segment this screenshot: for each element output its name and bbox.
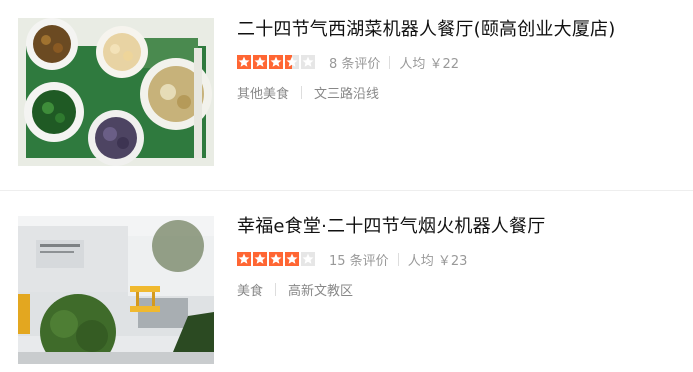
restaurant-info: 二十四节气西湖菜机器人餐厅(颐高创业大厦店) 8 条评价 人均 ￥22 其他美食…: [237, 18, 615, 102]
star-rating: [237, 55, 315, 69]
restaurant-photo[interactable]: [18, 18, 214, 166]
divider: [389, 55, 391, 69]
list-divider: [0, 190, 693, 191]
star-icon: [237, 252, 251, 266]
restaurant-meta: 8 条评价 人均 ￥22: [237, 53, 615, 72]
average-price: 人均 ￥23: [407, 253, 468, 269]
star-icon: [285, 252, 299, 266]
restaurant-photo[interactable]: [18, 216, 214, 364]
star-icon: [253, 252, 267, 266]
divider: [397, 252, 399, 266]
review-count[interactable]: 8 条评价: [329, 53, 380, 72]
area-tag[interactable]: 高新文教区: [288, 280, 353, 299]
restaurant-title[interactable]: 幸福e食堂·二十四节气烟火机器人餐厅: [237, 215, 545, 239]
restaurant-meta: 15 条评价 人均 ￥23: [237, 250, 545, 269]
star-icon: [269, 252, 283, 266]
area-tag[interactable]: 文三路沿线: [314, 83, 379, 102]
category-tag[interactable]: 美食: [237, 280, 263, 299]
divider: [275, 283, 277, 296]
star-icon: [269, 55, 283, 69]
restaurant-list-item[interactable]: 二十四节气西湖菜机器人餐厅(颐高创业大厦店) 8 条评价 人均 ￥22 其他美食…: [0, 0, 693, 190]
star-icon: [237, 55, 251, 69]
average-price: 人均 ￥22: [399, 56, 460, 72]
star-icon: [301, 55, 315, 69]
star-icon: [285, 55, 299, 69]
restaurant-tags: 美食 高新文教区: [237, 280, 545, 299]
star-icon: [301, 252, 315, 266]
divider: [301, 86, 303, 99]
review-count[interactable]: 15 条评价: [329, 250, 389, 269]
restaurant-info: 幸福e食堂·二十四节气烟火机器人餐厅 15 条评价 人均 ￥23 美食 高新文教…: [237, 215, 545, 299]
building-exterior-photo-icon: [18, 216, 214, 364]
restaurant-tags: 其他美食 文三路沿线: [237, 83, 615, 102]
restaurant-title[interactable]: 二十四节气西湖菜机器人餐厅(颐高创业大厦店): [237, 18, 615, 42]
star-rating: [237, 252, 315, 266]
restaurant-list-item[interactable]: 幸福e食堂·二十四节气烟火机器人餐厅 15 条评价 人均 ￥23 美食 高新文教…: [0, 192, 693, 372]
category-tag[interactable]: 其他美食: [237, 83, 289, 102]
star-icon: [253, 55, 267, 69]
food-dishes-photo-icon: [18, 18, 214, 166]
